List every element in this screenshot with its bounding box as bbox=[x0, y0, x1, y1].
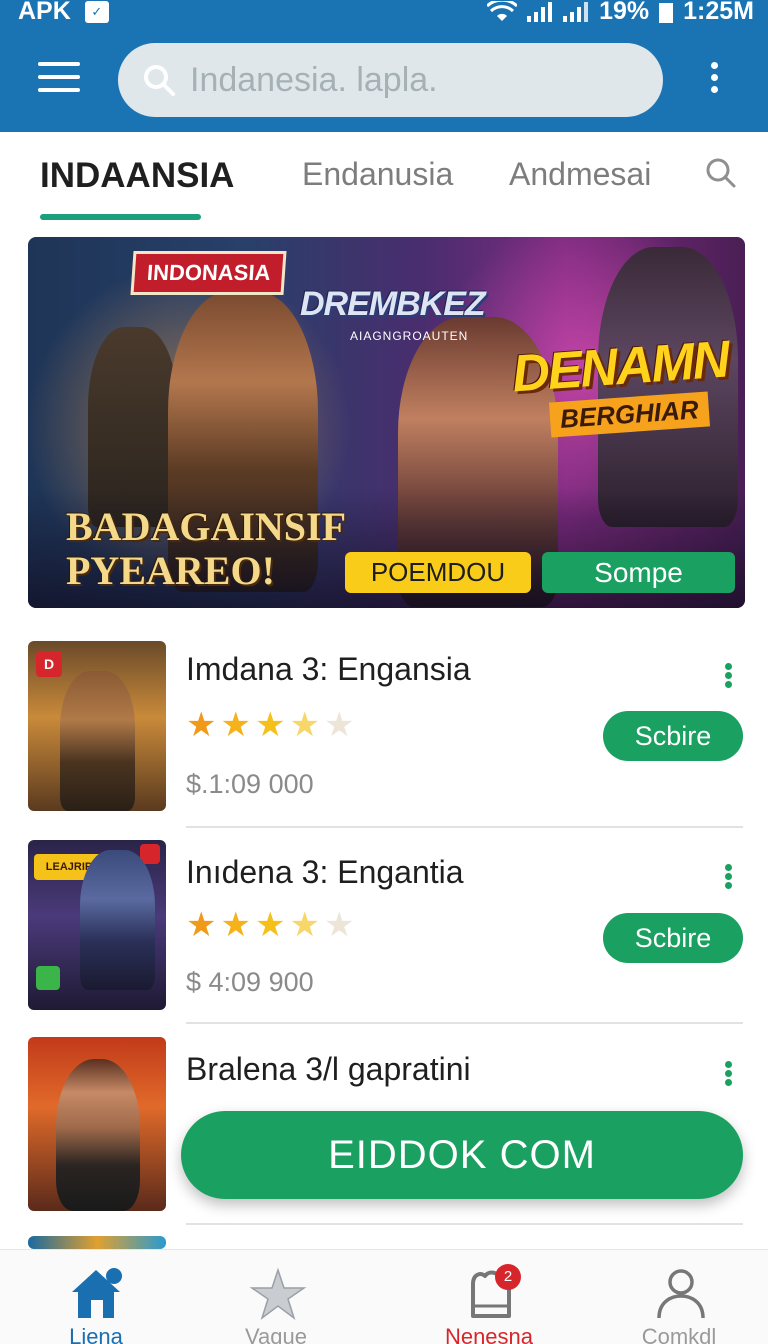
notification-icon: ✓ bbox=[84, 0, 109, 23]
battery-percent: 19% bbox=[599, 0, 650, 25]
nav-item-comkdl[interactable]: Comkdl bbox=[583, 1250, 768, 1344]
game-title[interactable]: Bralena 3/l gapratini bbox=[186, 1051, 471, 1088]
star-icon: ★ bbox=[220, 706, 251, 744]
item-overflow-icon[interactable] bbox=[720, 663, 736, 689]
status-time: 1:25M bbox=[683, 0, 754, 25]
star-empty-icon: ★ bbox=[323, 906, 355, 944]
battery-icon bbox=[659, 2, 674, 23]
game-character bbox=[60, 671, 135, 811]
list-divider bbox=[186, 826, 743, 828]
person-icon bbox=[657, 1269, 705, 1319]
star-icon: ★ bbox=[254, 906, 286, 944]
banner-title-left: BADAGAINSIF PYEAREO! bbox=[66, 505, 346, 593]
nav-item-vaque[interactable]: Vaque bbox=[180, 1250, 372, 1344]
notification-badge: 2 bbox=[495, 1264, 521, 1290]
game-thumbnail[interactable]: LEAJRIP bbox=[28, 840, 166, 1010]
nav-item-nenesna[interactable]: 2 Nenesna bbox=[393, 1250, 585, 1344]
category-tabs: INDAANSIA Endanusia Andmesai bbox=[0, 132, 768, 222]
game-thumbnail-partial[interactable] bbox=[28, 1236, 166, 1249]
nav-item-home[interactable]: Liena bbox=[0, 1250, 192, 1344]
game-price: $.1:09 000 bbox=[186, 769, 314, 799]
star-icon: ★ bbox=[220, 906, 251, 944]
tab-active-indicator bbox=[40, 214, 201, 220]
search-icon bbox=[144, 65, 175, 96]
nav-label-nenesna: Nenesna bbox=[444, 1324, 534, 1344]
star-icon: ★ bbox=[186, 706, 217, 744]
status-apk-label: APK bbox=[18, 0, 71, 25]
home-icon bbox=[72, 1268, 122, 1318]
list-divider bbox=[186, 1022, 743, 1024]
game-title[interactable]: Inıdena 3: Engantia bbox=[186, 854, 464, 891]
game-price: $ 4:09 900 bbox=[186, 967, 314, 997]
status-bar: APK ✓ 19% 1:25M bbox=[0, 0, 768, 26]
star-half-icon: ★ bbox=[289, 906, 320, 944]
tab-endanusia[interactable]: Endanusia bbox=[302, 156, 453, 193]
app-bar: APK ✓ 19% 1:25M bbox=[0, 0, 768, 132]
install-button[interactable]: Scbire bbox=[603, 913, 743, 963]
star-icon bbox=[249, 1267, 307, 1320]
list-item[interactable]: LEAJRIP Inıdena 3: Engantia ★ ★ ★ ★ ★ $ … bbox=[0, 840, 768, 1030]
game-character bbox=[80, 850, 155, 990]
banner-action-button[interactable]: Sompe bbox=[542, 552, 735, 593]
bottom-navigation: Liena Vaque 2 Nenesna Comkdl bbox=[0, 1249, 768, 1344]
game-character bbox=[56, 1059, 140, 1211]
banner-title-left-line1: BADAGAINSIF bbox=[66, 504, 347, 549]
floating-action-button[interactable]: EIDDOK COM bbox=[181, 1111, 743, 1199]
tab-indaansia[interactable]: INDAANSIA bbox=[40, 156, 234, 196]
signal-icon bbox=[527, 1, 553, 22]
tab-andmesai[interactable]: Andmesai bbox=[509, 156, 651, 193]
game-title[interactable]: Imdana 3: Engansia bbox=[186, 651, 471, 688]
game-thumbnail[interactable] bbox=[28, 1037, 166, 1211]
rating-stars: ★ ★ ★ ★ ★ bbox=[186, 908, 354, 942]
wifi-icon bbox=[487, 0, 518, 21]
nav-label-vaque: Vaque bbox=[245, 1324, 307, 1344]
signal-icon-2 bbox=[563, 1, 589, 22]
search-bar[interactable] bbox=[118, 43, 663, 117]
banner-logo-center: DREMBKEZ bbox=[300, 285, 486, 323]
list-item[interactable]: D Imdana 3: Engansia ★ ★ ★ ★ ★ $.1:09 00… bbox=[0, 641, 768, 831]
tab-search-icon[interactable] bbox=[704, 156, 738, 190]
star-icon: ★ bbox=[186, 906, 217, 944]
banner-title-left-line2: PYEAREO! bbox=[66, 548, 275, 593]
banner-promo-button[interactable]: POEMDOU bbox=[345, 552, 531, 593]
star-empty-icon: ★ bbox=[323, 706, 355, 744]
nav-label-comkdl: Comkdl bbox=[641, 1324, 717, 1344]
banner-logo-subtitle: AIAGNGROAUTEN bbox=[350, 329, 469, 343]
game-thumbnail[interactable]: D bbox=[28, 641, 166, 811]
banner-logo-left: INDONASIA bbox=[130, 251, 287, 295]
overflow-menu-icon[interactable] bbox=[706, 62, 722, 100]
app-badge-icon bbox=[36, 966, 60, 990]
item-overflow-icon[interactable] bbox=[720, 864, 736, 890]
install-button[interactable]: Scbire bbox=[603, 711, 743, 761]
item-overflow-icon[interactable] bbox=[720, 1061, 736, 1087]
rating-stars: ★ ★ ★ ★ ★ bbox=[186, 708, 354, 742]
nav-label-home: Liena bbox=[69, 1324, 123, 1344]
menu-icon[interactable] bbox=[38, 62, 80, 96]
search-input[interactable] bbox=[190, 60, 630, 100]
featured-banner[interactable]: INDONASIA DREMBKEZ AIAGNGROAUTEN DENAMN … bbox=[28, 237, 745, 608]
star-icon: ★ bbox=[254, 706, 286, 744]
star-half-icon: ★ bbox=[289, 706, 320, 744]
list-divider bbox=[186, 1223, 743, 1225]
thumb-badge: D bbox=[36, 651, 62, 677]
